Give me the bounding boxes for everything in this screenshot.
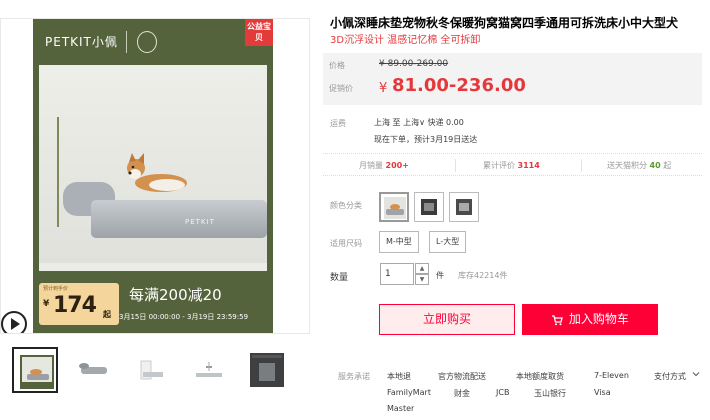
thumbnail-image — [134, 353, 168, 387]
price-tag-value: 174 — [53, 293, 97, 318]
stats-divider — [455, 159, 456, 172]
color-swatch[interactable] — [379, 192, 409, 222]
original-price-label: 价格 — [329, 61, 345, 70]
service-item[interactable]: 财金 — [454, 388, 470, 399]
add-to-cart-label: 加入购物车 — [568, 312, 629, 326]
service-item[interactable]: 玉山银行 — [534, 388, 566, 399]
promo-banner: 预计到手价 ¥ 174 起 每满200减20 3月15日 00:00:00 - … — [39, 271, 267, 333]
stock-count: 库存42214件 — [458, 271, 508, 280]
tmall-points-value: 40 — [649, 161, 661, 170]
add-to-cart-button[interactable]: 加入购物车 — [522, 304, 658, 335]
monthly-sales: 月销量 200+ — [359, 160, 409, 171]
service-item[interactable]: FamilyMart — [387, 388, 431, 397]
zoom-icon[interactable] — [290, 333, 302, 334]
product-photo: PETKIT小佩 PETKIT 预计到手价 ¥ 174 起 每满200减20 3… — [33, 19, 273, 333]
service-item[interactable]: 本地退 — [387, 371, 411, 382]
thumbnail[interactable] — [128, 347, 174, 393]
quantity-down-icon[interactable]: ▼ — [415, 274, 429, 285]
price-tag-label: 预计到手价 — [43, 286, 69, 292]
play-video-button[interactable] — [1, 311, 27, 333]
review-count-value: 3114 — [517, 161, 540, 170]
thumbnail[interactable] — [244, 347, 290, 393]
monthly-sales-value: 200+ — [385, 161, 409, 170]
size-option-m[interactable]: M-中型 — [379, 231, 419, 253]
color-swatch[interactable] — [414, 192, 444, 222]
shipping-route[interactable]: 上海 至 上海∨ 快递 0.00 — [374, 117, 464, 128]
review-count[interactable]: 累计评价 3114 — [483, 160, 540, 171]
size-label: 适用尺码 — [330, 239, 362, 248]
stats-divider — [581, 159, 582, 172]
shipping-label: 运费 — [330, 119, 346, 128]
price-tag-yen: ¥ — [43, 299, 50, 309]
thumbnail-image — [250, 353, 284, 387]
service-item[interactable]: Visa — [594, 388, 611, 397]
thumbnail[interactable] — [186, 347, 232, 393]
thumbnail-image — [76, 353, 110, 387]
welfare-badge: 公益宝贝 — [245, 19, 273, 46]
tmall-points-label: 送天猫积分 — [607, 161, 647, 170]
color-swatch[interactable] — [449, 192, 479, 222]
thumbnail-strip — [12, 347, 292, 393]
service-item[interactable]: 本地额度取货 — [516, 371, 564, 382]
services-label: 服务承诺 — [338, 372, 370, 381]
color-label: 颜色分类 — [330, 201, 362, 210]
promo-headline: 每满200减20 — [129, 286, 222, 304]
service-item[interactable]: JCB — [496, 388, 509, 397]
thumbnail[interactable] — [70, 347, 116, 393]
swatch-image — [453, 196, 475, 218]
estimated-price-tag: 预计到手价 ¥ 174 起 — [39, 283, 119, 325]
product-subtitle: 3D沉浮设计 温感记忆棉 全可拆卸 — [330, 35, 481, 46]
service-item[interactable]: Master — [387, 404, 414, 413]
main-product-image[interactable]: PETKIT小佩 PETKIT 预计到手价 ¥ 174 起 每满200减20 3… — [0, 18, 310, 334]
payment-methods-label[interactable]: 支付方式 — [654, 371, 686, 382]
thumbnail-image — [192, 353, 226, 387]
price-panel: 价格 ¥ 89.00-269.00 促销价 ¥ 81.00-236.00 — [323, 53, 702, 105]
price-tag-unit: 起 — [103, 310, 111, 319]
promo-price: 81.00-236.00 — [392, 75, 526, 96]
buy-now-button[interactable]: 立即购买 — [379, 304, 515, 335]
product-title: 小佩深睡床垫宠物秋冬保暖狗窝猫窝四季通用可拆洗床小中大型犬 — [330, 16, 679, 30]
promo-price-label: 促销价 — [329, 84, 353, 93]
size-option-l[interactable]: L-大型 — [429, 231, 467, 253]
quantity-label: 数量 — [330, 273, 349, 283]
tmall-points: 送天猫积分 40 起 — [607, 160, 671, 171]
tmall-points-unit: 起 — [663, 161, 672, 170]
original-price: ¥ 89.00-269.00 — [379, 59, 449, 69]
sales-stats: 月销量 200+ 累计评价 3114 送天猫积分 40 起 — [323, 153, 702, 176]
delivery-estimate: 现在下单，预计3月19日送达 — [374, 135, 478, 144]
chevron-down-icon[interactable] — [692, 370, 700, 378]
monthly-sales-label: 月销量 — [359, 161, 383, 170]
cart-icon — [552, 314, 563, 325]
service-item[interactable]: 7-Eleven — [594, 371, 629, 380]
thumbnail[interactable] — [12, 347, 58, 393]
promo-price-yen: ¥ — [379, 81, 388, 96]
quantity-up-icon[interactable]: ▲ — [415, 263, 429, 274]
quantity-input[interactable] — [380, 263, 414, 285]
swatch-image — [384, 197, 406, 219]
promo-dates: 3月15日 00:00:00 - 3月19日 23:59:59 — [119, 313, 249, 321]
thumbnail-image — [20, 355, 54, 389]
quantity-unit: 件 — [436, 271, 444, 280]
review-count-label: 累计评价 — [483, 161, 515, 170]
swatch-image — [418, 196, 440, 218]
service-item[interactable]: 官方物流配送 — [438, 371, 486, 382]
